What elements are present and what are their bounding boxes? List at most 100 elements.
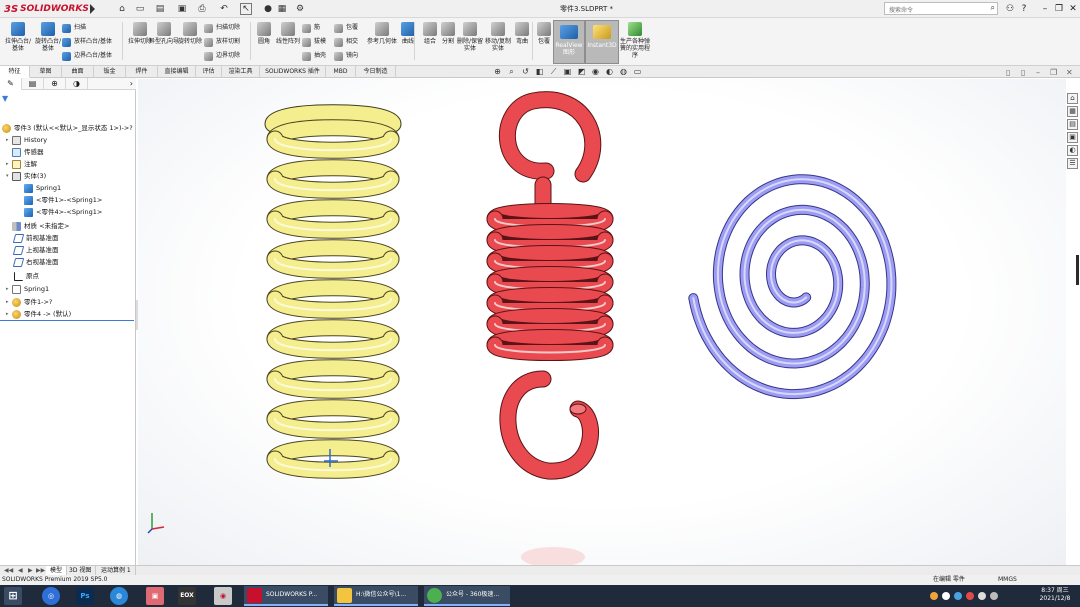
tool-app-icon[interactable]: ◉ [214,587,232,605]
viewport-restore-icon[interactable]: ▯ [1021,68,1025,77]
tree-item-top-plane[interactable]: 上视基准面 [12,244,59,256]
manager-expand-icon[interactable]: › [130,79,133,88]
revolved-cut-button[interactable]: 旋转切除 [174,22,206,45]
displaymanager-tab-icon[interactable]: ◑ [66,78,88,90]
revolved-boss-button[interactable]: 旋转凸台/基体 [32,22,64,52]
solidworks-resources-icon[interactable]: ⌂ [1067,93,1078,104]
loft-button[interactable]: 放样凸台/基体 [62,36,112,48]
tree-item-body[interactable]: Spring1 [24,182,61,194]
menu-expand-arrow-icon[interactable] [90,4,95,14]
hide-show-items-icon[interactable]: ◉ [591,67,600,76]
design-library-icon[interactable]: ▦ [1067,106,1078,117]
tree-item-material[interactable]: 材质 <未指定> [12,220,69,232]
solidworks-logo[interactable]: 3S SOLIDWORKS [4,2,89,16]
lofted-cut-button[interactable]: 放样切割 [204,36,240,48]
shell-button[interactable]: 抽壳 [302,50,326,62]
print-icon[interactable]: ⎙ [196,3,208,15]
home-icon[interactable]: ⌂ [116,3,128,15]
tab-made-today[interactable]: 今日制造 [356,66,396,78]
file-explorer-icon[interactable]: ▤ [1067,119,1078,130]
tree-item-right-plane[interactable]: 右视基准面 [12,256,59,268]
tree-item-origin[interactable]: 原点 [14,270,39,282]
wrap-button[interactable]: 包覆 [334,22,358,34]
edge-browser-icon[interactable]: ◍ [110,587,128,605]
network-icon[interactable] [990,592,998,600]
system-clock[interactable]: 8:37 周三 2021/12/8 [1032,587,1078,603]
user-icon[interactable]: ⚇ [1003,2,1017,16]
graphics-area[interactable] [138,79,1066,565]
propertymanager-tab-icon[interactable]: ▤ [22,78,44,90]
tree-item-sensors[interactable]: 传感器 [6,146,44,158]
tree-item-part4[interactable]: ▸ 零件4 -> (默认) [6,308,71,320]
tab-mbd[interactable]: MBD [326,66,356,78]
compression-spring[interactable] [264,104,402,479]
tree-root[interactable]: 零件3 (默认<<默认>_显示状态 1>)->? [2,122,133,134]
featuremanager-tab-icon[interactable]: ✎ [0,78,22,90]
configurationmanager-tab-icon[interactable]: ⊕ [44,78,66,90]
view-palette-icon[interactable]: ▣ [1067,132,1078,143]
tab-addins[interactable]: SOLIDWORKS 插件 [260,66,326,78]
draft-button[interactable]: 拔模 [302,36,326,48]
tab-render-tools[interactable]: 渲染工具 [222,66,260,78]
tab-direct-editing[interactable]: 直接编辑 [158,66,196,78]
unit-system-selector[interactable]: MMGS [998,575,1017,585]
apply-scene-icon[interactable]: ◍ [619,67,628,76]
rib-button[interactable]: 筋 [302,22,320,34]
custom-properties-icon[interactable]: ☰ [1067,158,1078,169]
tree-item-part1[interactable]: ▸ 零件1->? [6,296,52,308]
tray-app-icon[interactable] [954,592,962,600]
close-button[interactable]: ✕ [1066,2,1080,16]
tree-item-front-plane[interactable]: 前视基准面 [12,232,59,244]
tray-app-icon[interactable] [942,592,950,600]
help-icon[interactable]: ? [1017,2,1031,16]
tab-surfaces[interactable]: 曲面 [62,66,94,78]
taskbar-window-explorer[interactable]: H:\微信公众号\1... [334,586,418,606]
tab-weldments[interactable]: 焊件 [126,66,158,78]
restore-button[interactable]: ❐ [1052,2,1066,16]
viewport-maximize-icon[interactable]: ❐ [1050,68,1057,77]
tray-app-icon[interactable] [966,592,974,600]
prev-tab-icon[interactable]: ◀ [18,567,23,574]
swept-cut-button[interactable]: 扫描切除 [204,22,240,34]
tray-app-icon[interactable] [930,592,938,600]
search-commands-input[interactable]: 搜索命令 ⌕ [884,2,998,15]
sweep-button[interactable]: 扫描 [62,22,86,34]
zoom-to-fit-icon[interactable]: ⊕ [493,67,502,76]
tree-item-history[interactable]: ▸ History [6,134,47,146]
photo-app-icon[interactable]: ▣ [146,587,164,605]
taskbar-window-solidworks[interactable]: SOLIDWORKS P... [244,586,328,606]
filter-icon[interactable]: ▼ [2,94,8,103]
minimize-button[interactable]: – [1038,2,1052,16]
first-tab-icon[interactable]: ◀◀ [4,567,13,574]
tab-features[interactable]: 特征 [0,66,30,78]
previous-view-icon[interactable]: ↺ [521,67,530,76]
rebuild-traffic-light-icon[interactable]: ● [262,3,274,15]
tab-evaluate[interactable]: 评估 [196,66,222,78]
intersect-button[interactable]: 相交 [334,36,358,48]
next-tab-icon[interactable]: ▶ [28,567,33,574]
instant3d-button[interactable]: Instant3D [585,20,619,64]
tree-item-body[interactable]: <零件4>-<Spring1> [24,206,102,218]
boundary-boss-button[interactable]: 边界凸台/基体 [62,50,112,62]
extension-spring[interactable] [486,91,614,480]
tab-sheet-metal[interactable]: 钣金 [94,66,126,78]
tree-item-body[interactable]: <零件1>-<Spring1> [24,194,102,206]
view-orientation-icon[interactable]: ▣ [563,67,572,76]
linear-pattern-button[interactable]: 线性阵列 [272,22,304,45]
start-windows-icon[interactable]: ⊞ [4,587,22,605]
app-launcher-icon[interactable]: ◎ [42,587,60,605]
viewport-split-icon[interactable]: ▯ [1006,68,1010,77]
search-icon[interactable]: ⌕ [991,3,995,13]
appearances-icon[interactable]: ◐ [1067,145,1078,156]
undo-icon[interactable]: ↶ [218,3,230,15]
options-gear-icon[interactable]: ⚙ [294,3,306,15]
extruded-boss-button[interactable]: 拉伸凸台/基体 [2,22,34,52]
save-icon[interactable]: ▣ [176,3,188,15]
viewport-close-icon[interactable]: ✕ [1066,68,1073,77]
zoom-area-icon[interactable]: ⌕ [507,67,516,76]
tab-sketch[interactable]: 草图 [30,66,62,78]
eox-app-icon[interactable]: EOX [178,587,196,605]
section-view-icon[interactable]: ◧ [535,67,544,76]
dynamic-annotation-icon[interactable]: ⟋ [549,67,558,76]
display-style-icon[interactable]: ◩ [577,67,586,76]
